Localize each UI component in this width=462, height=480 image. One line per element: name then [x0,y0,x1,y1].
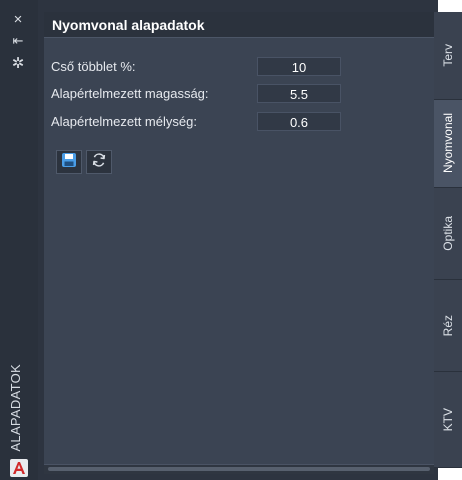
field-label: Cső többlet %: [51,58,136,74]
palette-title-strip[interactable]: × ⇤ ✲ ALAPADATOK [0,0,38,480]
default-height-input[interactable]: 5.5 [257,83,341,103]
tab-label: KTV [441,407,455,432]
field-row-default-height: Alapértelmezett magasság: 5.5 [51,83,351,103]
settings-icon[interactable]: ✲ [9,54,27,72]
panel-content: Nyomvonal alapadatok Cső többlet %: 10 A… [44,12,434,474]
tab-nyomvonal[interactable]: Nyomvonal [434,100,462,188]
tab-terv[interactable]: Terv [434,12,462,100]
tab-ktv[interactable]: KTV [434,372,462,468]
field-row-pipe-extra: Cső többlet %: 10 [51,56,351,76]
tab-label: Optika [441,216,455,251]
horizontal-scrollbar[interactable] [44,464,434,474]
pipe-extra-input[interactable]: 10 [257,56,341,76]
close-icon[interactable]: × [9,10,27,28]
tab-rez[interactable]: Réz [434,280,462,372]
tab-label: Terv [441,44,455,67]
palette-title: ALAPADATOK [8,364,23,452]
tool-palette: × ⇤ ✲ ALAPADATOK Nyomvonal alapadatok Cs… [0,0,462,480]
autocad-logo-icon [10,459,28,477]
field-row-default-depth: Alapértelmezett mélység: 0.6 [51,111,351,131]
field-label: Alapértelmezett mélység: [51,113,197,129]
field-label: Alapértelmezett magasság: [51,85,209,101]
panel-header: Nyomvonal alapadatok [44,12,434,38]
panel-title: Nyomvonal alapadatok [52,16,205,33]
tab-optika[interactable]: Optika [434,188,462,280]
tab-label: Nyomvonal [441,113,455,174]
default-depth-input[interactable]: 0.6 [257,111,341,131]
save-button[interactable] [56,150,82,174]
autohide-icon[interactable]: ⇤ [9,32,27,50]
refresh-icon [91,152,107,173]
palette-tabs: Terv Nyomvonal Optika Réz KTV [434,12,462,468]
scrollbar-thumb[interactable] [48,467,430,471]
floppy-disk-icon [61,152,77,173]
tab-label: Réz [441,314,455,337]
refresh-button[interactable] [86,150,112,174]
